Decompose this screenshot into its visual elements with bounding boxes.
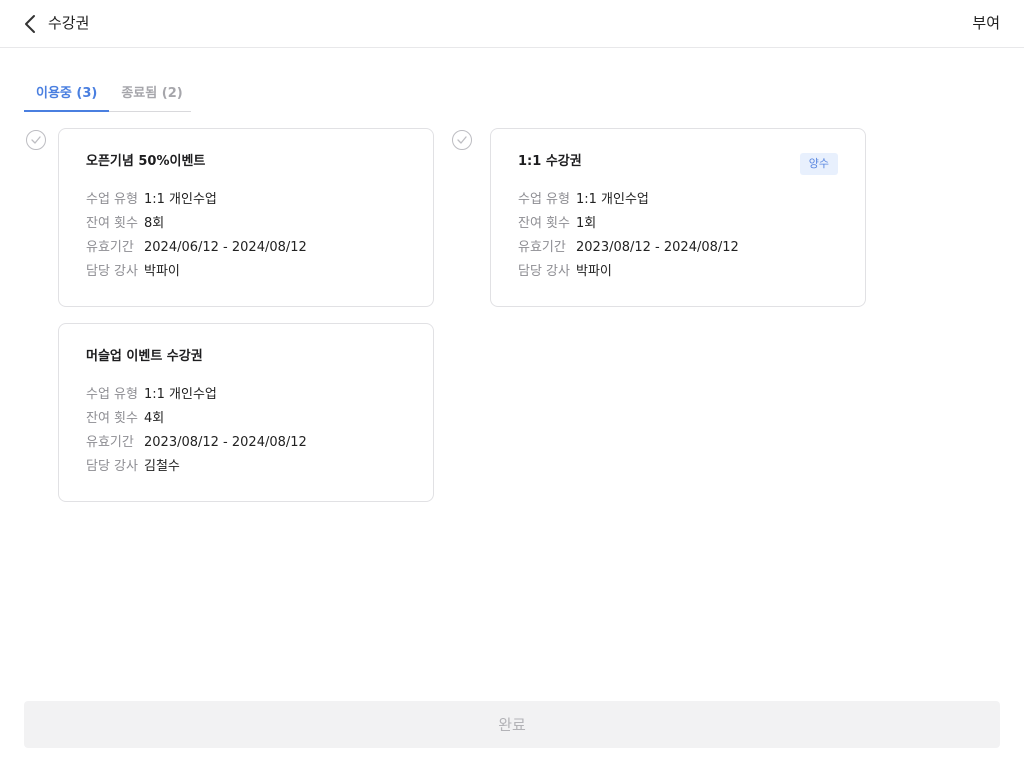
pass-row: 담당 강사 박파이 — [86, 263, 406, 281]
transfer-badge: 양수 — [799, 153, 838, 175]
row-value: 김철수 — [144, 459, 180, 474]
complete-button[interactable]: 완료 — [24, 701, 1000, 748]
pass-title: 머슬업 이벤트 수강권 — [86, 349, 203, 364]
pass-row: 잔여 횟수 4회 — [86, 410, 406, 428]
row-label: 잔여 횟수 — [86, 216, 138, 231]
row-value: 1:1 개인수업 — [144, 387, 217, 402]
tab-ended-passes[interactable]: 종료됨 (2) — [109, 80, 194, 112]
row-value: 2023/08/12 - 2024/08/12 — [144, 435, 307, 450]
pass-row: 담당 강사 박파이 — [518, 263, 838, 281]
pass-row: 담당 강사 김철수 — [86, 458, 406, 476]
pass-row: 유효기간 2023/08/12 - 2024/08/12 — [86, 434, 406, 452]
grant-button[interactable]: 부여 — [972, 13, 1000, 33]
page-title: 수강권 — [48, 14, 90, 32]
row-label: 유효기간 — [86, 435, 134, 450]
pass-card-1[interactable]: 오픈기념 50%이벤트 수업 유형 1:1 개인수업 잔여 횟수 8회 유효기간… — [58, 128, 434, 307]
pass-row: 유효기간 2024/06/12 - 2024/08/12 — [86, 239, 406, 257]
chevron-left-icon — [25, 15, 35, 33]
back-button[interactable] — [16, 10, 44, 38]
row-label: 수업 유형 — [518, 192, 570, 207]
pass-row: 유효기간 2023/08/12 - 2024/08/12 — [518, 239, 838, 257]
row-value: 2023/08/12 - 2024/08/12 — [576, 240, 739, 255]
row-label: 수업 유형 — [86, 192, 138, 207]
pass-title: 오픈기념 50%이벤트 — [86, 154, 206, 169]
row-value: 1:1 개인수업 — [144, 192, 217, 207]
pass-row: 잔여 횟수 1회 — [518, 215, 838, 233]
row-label: 담당 강사 — [86, 459, 138, 474]
pass-row: 수업 유형 1:1 개인수업 — [518, 191, 838, 209]
row-label: 담당 강사 — [86, 264, 138, 279]
check-icon — [457, 136, 467, 144]
row-value: 1회 — [576, 216, 597, 231]
row-label: 잔여 횟수 — [518, 216, 570, 231]
row-value: 1:1 개인수업 — [576, 192, 649, 207]
row-value: 4회 — [144, 411, 165, 426]
row-label: 담당 강사 — [518, 264, 570, 279]
header: 수강권 부여 — [0, 0, 1024, 48]
tab-bar: 이용중 (3) 종료됨 (2) — [24, 80, 191, 112]
pass-row: 잔여 횟수 8회 — [86, 215, 406, 233]
pass-select-checkbox-1[interactable] — [26, 130, 46, 150]
pass-title: 1:1 수강권 — [518, 154, 582, 169]
pass-row: 수업 유형 1:1 개인수업 — [86, 386, 406, 404]
row-label: 잔여 횟수 — [86, 411, 138, 426]
tab-active-passes[interactable]: 이용중 (3) — [24, 80, 110, 112]
row-value: 8회 — [144, 216, 165, 231]
row-value: 박파이 — [576, 264, 612, 279]
pass-card-2[interactable]: 1:1 수강권 양수 수업 유형 1:1 개인수업 잔여 횟수 1회 유효기간 … — [490, 128, 866, 307]
pass-select-checkbox-2[interactable] — [452, 130, 472, 150]
row-label: 수업 유형 — [86, 387, 138, 402]
row-label: 유효기간 — [86, 240, 134, 255]
pass-card-3[interactable]: 머슬업 이벤트 수강권 수업 유형 1:1 개인수업 잔여 횟수 4회 유효기간… — [58, 323, 434, 502]
pass-row: 수업 유형 1:1 개인수업 — [86, 191, 406, 209]
check-icon — [31, 136, 41, 144]
row-label: 유효기간 — [518, 240, 566, 255]
row-value: 박파이 — [144, 264, 180, 279]
row-value: 2024/06/12 - 2024/08/12 — [144, 240, 307, 255]
